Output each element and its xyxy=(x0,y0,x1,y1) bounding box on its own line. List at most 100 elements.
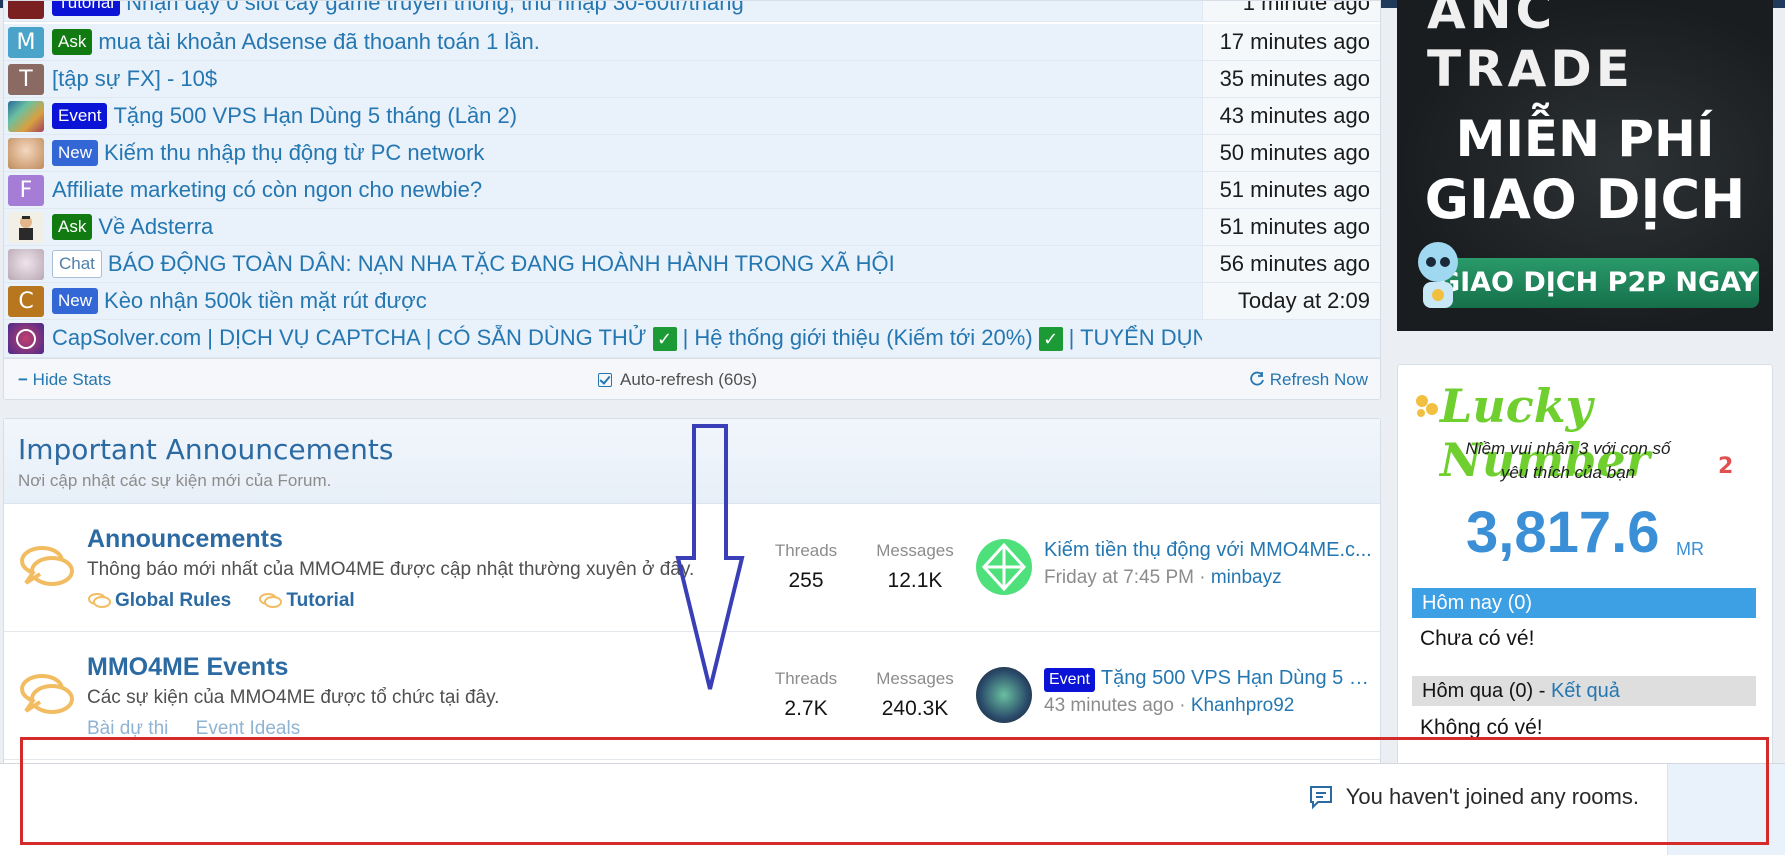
refresh-now-button[interactable]: Refresh Now xyxy=(1249,370,1368,390)
avatar[interactable]: M xyxy=(8,27,44,58)
thread-title-link[interactable]: [tập sự FX] - 10$ xyxy=(52,66,217,92)
post-row[interactable]: CapSolver.com | DỊCH VỤ CAPTCHA | CÓ SẴN… xyxy=(4,320,1380,358)
prefix-badge[interactable]: New xyxy=(52,140,99,166)
chat-message-icon xyxy=(1309,786,1332,810)
chat-status-text: You haven't joined any rooms. xyxy=(1345,784,1639,809)
post-row[interactable]: Event Tặng 500 VPS Hạn Dùng 5 tháng (Lần… xyxy=(4,98,1380,135)
prefix-badge[interactable]: Ask xyxy=(52,29,93,55)
last-post-user-link[interactable]: minbayz xyxy=(1211,567,1282,588)
subforum-label: Bài dự thi xyxy=(87,718,169,739)
new-posts-panel: Tutorial Nhận đạy 0 slot cày game truyền… xyxy=(3,0,1381,400)
last-post-time: Friday at 7:45 PM xyxy=(1044,567,1194,588)
last-post-link[interactable]: Event Tặng 500 VPS Hạn Dùng 5 th... xyxy=(1044,667,1374,692)
avatar[interactable] xyxy=(8,249,44,280)
lucky-subtitle: Niềm vui nhân 3 với con số yêu thích của… xyxy=(1465,439,1671,482)
post-row[interactable]: Tutorial Nhận đạy 0 slot cày game truyền… xyxy=(4,1,1380,22)
thread-title-link[interactable]: Kèo nhận 500k tiền mặt rút được xyxy=(104,288,427,314)
prefix-badge[interactable]: New xyxy=(52,288,99,314)
last-post-time: 43 minutes ago xyxy=(1044,695,1174,716)
threads-stat: Threads 2.7K xyxy=(766,669,846,721)
thread-title-link[interactable]: BÁO ĐỘNG TOÀN DÂN: NẠN NHA TẶC ĐANG HOÀN… xyxy=(108,251,895,277)
prefix-badge[interactable]: Event xyxy=(52,103,108,129)
avatar[interactable] xyxy=(8,323,44,354)
thread-title-link[interactable]: Về Adsterra xyxy=(98,214,213,240)
ad-cta-button[interactable]: GIAO DỊCH P2P NGAY xyxy=(1437,258,1759,308)
node-description: Thông báo mới nhất của MMO4ME được cập n… xyxy=(87,559,695,580)
checkbox-icon[interactable] xyxy=(598,373,612,387)
messages-stat: Messages 12.1K xyxy=(870,541,960,593)
post-time: 50 minutes ago xyxy=(1202,135,1380,171)
category-title[interactable]: Important Announcements xyxy=(18,433,393,466)
avatar[interactable] xyxy=(976,667,1032,723)
post-time: 56 minutes ago xyxy=(1202,246,1380,282)
avatar[interactable] xyxy=(8,101,44,132)
ad-brand: ANC TRADE xyxy=(1427,0,1634,98)
thread-title-link[interactable]: Tặng 500 VPS Hạn Dùng 5 tháng (Lần 2) xyxy=(113,103,517,129)
avatar[interactable] xyxy=(8,212,44,243)
post-row[interactable]: C New Kèo nhận 500k tiền mặt rút được To… xyxy=(4,283,1380,349)
post-time: 43 minutes ago xyxy=(1202,98,1380,134)
avatar[interactable] xyxy=(8,1,44,19)
post-row[interactable]: Ask Về Adsterra 51 minutes ago xyxy=(4,209,1380,246)
subforum-link[interactable]: Global Rules xyxy=(87,590,231,611)
last-post-meta: 43 minutes ago · Khanhpro92 xyxy=(1044,695,1295,716)
forum-node: MMO4ME Events Các sự kiện của MMO4ME đượ… xyxy=(4,633,1380,760)
threads-count: 255 xyxy=(788,569,824,592)
node-title-link[interactable]: Announcements xyxy=(87,525,283,554)
subforum-link[interactable]: Event Ideals xyxy=(196,718,301,739)
avatar[interactable] xyxy=(8,138,44,169)
avatar[interactable]: F xyxy=(8,175,44,206)
node-description: Các sự kiện của MMO4ME được tổ chức tại … xyxy=(87,687,500,708)
post-row[interactable]: M Ask mua tài khoản Adsense đã thoanh to… xyxy=(4,24,1380,61)
thread-title-link[interactable]: Kiếm thu nhập thụ động từ PC network xyxy=(104,140,484,166)
hide-stats-link[interactable]: − Hide Stats xyxy=(18,370,111,390)
avatar[interactable] xyxy=(976,539,1032,595)
prefix-badge[interactable]: Tutorial xyxy=(52,1,121,16)
last-post-meta: Friday at 7:45 PM · minbayz xyxy=(1044,567,1282,588)
post-time: 35 minutes ago xyxy=(1202,61,1380,97)
post-row[interactable]: F Affiliate marketing có còn ngon cho ne… xyxy=(4,172,1380,209)
chat-bubbles-icon xyxy=(20,674,74,714)
thread-title-link[interactable]: Affiliate marketing có còn ngon cho newb… xyxy=(52,177,482,203)
post-time: 51 minutes ago xyxy=(1202,172,1380,208)
auto-refresh-label: Auto-refresh (60s) xyxy=(620,370,757,389)
chat-bar: You haven't joined any rooms. xyxy=(0,763,1785,855)
check-icon: ✓ xyxy=(652,327,677,352)
threads-label: Threads xyxy=(774,541,838,560)
post-time: 1 minute ago xyxy=(1202,1,1380,21)
last-post-user-link[interactable]: Khanhpro92 xyxy=(1191,695,1295,716)
auto-refresh-toggle[interactable]: Auto-refresh (60s) xyxy=(598,370,757,390)
minus-icon: − xyxy=(18,370,28,389)
avatar[interactable]: C xyxy=(8,286,44,317)
prefix-badge[interactable]: Event xyxy=(1044,668,1095,692)
thread-title-link[interactable]: CapSolver.com | DỊCH VỤ CAPTCHA | CÓ SẴN… xyxy=(52,325,1202,352)
coins-icon xyxy=(1416,395,1438,417)
prefix-badge[interactable]: Chat xyxy=(52,250,102,278)
prefix-badge[interactable]: Ask xyxy=(52,214,93,240)
threads-stat: Threads 255 xyxy=(766,541,846,593)
threads-label: Threads xyxy=(774,669,838,688)
subforum-link[interactable]: Bài dự thi xyxy=(87,718,168,739)
result-link[interactable]: Kết quả xyxy=(1551,680,1620,702)
post-row[interactable]: New Kiếm thu nhập thụ động từ PC network… xyxy=(4,135,1380,172)
chat-status: You haven't joined any rooms. xyxy=(1308,784,1639,810)
post-time: Today at 2:09 PM xyxy=(1202,283,1380,349)
yesterday-message: Không có vé! xyxy=(1420,716,1543,739)
post-row[interactable]: Chat BÁO ĐỘNG TOÀN DÂN: NẠN NHA TẶC ĐANG… xyxy=(4,246,1380,283)
thread-title-link[interactable]: Nhận đạy 0 slot cày game truyền thống, t… xyxy=(126,1,744,16)
number-two-icon: 2 xyxy=(1718,454,1733,477)
subforum-link[interactable]: Tutorial xyxy=(258,590,355,611)
node-title-link[interactable]: MMO4ME Events xyxy=(87,653,288,682)
subforum-list: Global Rules Tutorial xyxy=(87,590,377,612)
last-post-link[interactable]: Kiếm tiền thụ động với MMO4ME.c... xyxy=(1044,539,1374,562)
thread-title-link[interactable]: mua tài khoản Adsense đã thoanh toán 1 l… xyxy=(98,29,540,55)
avatar[interactable]: T xyxy=(8,64,44,95)
yesterday-label: Hôm qua (0) - xyxy=(1422,680,1551,702)
chat-side-panel[interactable] xyxy=(1667,764,1785,855)
subforum-label: Tutorial xyxy=(286,590,355,611)
svg-text:2: 2 xyxy=(1718,454,1733,477)
category-header: Important Announcements Nơi cập nhật các… xyxy=(4,419,1380,504)
post-row[interactable]: T [tập sự FX] - 10$ 35 minutes ago xyxy=(4,61,1380,98)
ad-banner[interactable]: ANC TRADE MIỄN PHÍ GIAO DỊCH GIAO DỊCH P… xyxy=(1397,0,1773,331)
messages-count: 240.3K xyxy=(881,697,949,720)
